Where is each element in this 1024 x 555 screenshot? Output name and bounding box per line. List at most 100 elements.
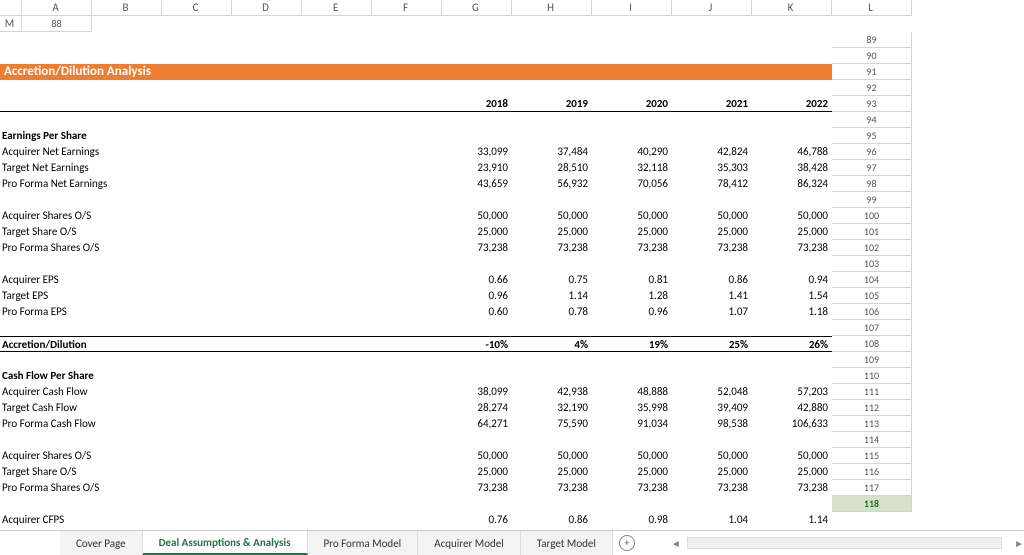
row-label[interactable]: Target Share O/S (0, 464, 442, 480)
data-cell[interactable]: 50,000 (592, 208, 672, 224)
data-cell[interactable]: 86,324 (752, 176, 832, 192)
data-cell[interactable]: 1.14 (752, 512, 832, 528)
data-cell[interactable]: 73,238 (672, 480, 752, 496)
row-header[interactable]: 117 (832, 480, 912, 496)
row-label[interactable]: Acquirer Shares O/S (0, 208, 442, 224)
data-cell[interactable]: 91,034 (592, 416, 672, 432)
data-cell[interactable]: 48,888 (592, 384, 672, 400)
data-cell[interactable]: 56,932 (512, 176, 592, 192)
data-cell[interactable]: 0.96 (592, 304, 672, 320)
data-cell[interactable]: 1.28 (592, 288, 672, 304)
row-label[interactable]: Pro Forma EPS (0, 304, 442, 320)
data-cell[interactable]: 0.98 (592, 512, 672, 528)
data-cell[interactable]: 0.60 (442, 304, 512, 320)
tab-target-model[interactable]: Target Model (521, 531, 613, 555)
row-header[interactable]: 93 (832, 96, 912, 112)
cell-blank[interactable] (0, 192, 832, 208)
data-cell[interactable]: 50,000 (442, 448, 512, 464)
data-cell[interactable]: 75,590 (512, 416, 592, 432)
col-header-C[interactable]: C (162, 0, 232, 16)
data-cell[interactable]: 25,000 (752, 224, 832, 240)
row-label[interactable]: Acquirer Net Earnings (0, 144, 442, 160)
col-header-I[interactable]: I (592, 0, 672, 16)
data-cell[interactable]: 73,238 (442, 480, 512, 496)
spreadsheet-grid[interactable]: A B C D E F G H I J K L M 88 89 90 Accre… (0, 0, 1024, 528)
col-header-M[interactable]: M (0, 16, 22, 32)
col-header-E[interactable]: E (302, 0, 372, 16)
data-cell[interactable]: 50,000 (672, 448, 752, 464)
data-cell[interactable]: -10% (442, 336, 512, 352)
data-cell[interactable]: 26% (752, 336, 832, 352)
cell-blank[interactable] (0, 96, 442, 112)
add-sheet-button[interactable]: + (613, 531, 641, 555)
data-cell[interactable]: 50,000 (512, 208, 592, 224)
data-cell[interactable]: 23,910 (442, 160, 512, 176)
data-cell[interactable]: 32,190 (512, 400, 592, 416)
data-cell[interactable]: 50,000 (512, 448, 592, 464)
data-cell[interactable]: 46,788 (752, 144, 832, 160)
row-header[interactable]: 105 (832, 288, 912, 304)
tab-pro-forma-model[interactable]: Pro Forma Model (308, 531, 419, 555)
section-heading[interactable]: Cash Flow Per Share (0, 368, 832, 384)
data-cell[interactable]: 50,000 (752, 208, 832, 224)
data-cell[interactable]: 4% (512, 336, 592, 352)
data-cell[interactable]: 78,412 (672, 176, 752, 192)
data-cell[interactable]: 73,238 (592, 480, 672, 496)
data-cell[interactable]: 70,056 (592, 176, 672, 192)
data-cell[interactable]: 33,099 (442, 144, 512, 160)
data-cell[interactable]: 0.86 (512, 512, 592, 528)
data-cell[interactable]: 0.76 (442, 512, 512, 528)
year-header[interactable]: 2021 (672, 96, 752, 112)
data-cell[interactable]: 35,303 (672, 160, 752, 176)
data-cell[interactable]: 1.14 (512, 288, 592, 304)
row-label[interactable]: Pro Forma Shares O/S (0, 480, 442, 496)
row-header[interactable]: 113 (832, 416, 912, 432)
tab-acquirer-model[interactable]: Acquirer Model (418, 531, 521, 555)
data-cell[interactable]: 25,000 (592, 464, 672, 480)
row-label[interactable]: Accretion/Dilution (0, 336, 442, 352)
row-header[interactable]: 100 (832, 208, 912, 224)
tab-deal-assumptions[interactable]: Deal Assumptions & Analysis (143, 531, 308, 555)
row-header[interactable]: 90 (832, 48, 912, 64)
col-header-A[interactable]: A (22, 0, 92, 16)
data-cell[interactable]: 73,238 (672, 240, 752, 256)
row-header[interactable]: 99 (832, 192, 912, 208)
col-header-H[interactable]: H (512, 0, 592, 16)
row-header[interactable]: 104 (832, 272, 912, 288)
cell-blank[interactable] (0, 48, 832, 64)
data-cell[interactable]: 0.81 (592, 272, 672, 288)
row-header[interactable]: 88 (22, 16, 92, 32)
data-cell[interactable]: 1.18 (752, 304, 832, 320)
data-cell[interactable]: 106,633 (752, 416, 832, 432)
data-cell[interactable]: 50,000 (672, 208, 752, 224)
data-cell[interactable]: 50,000 (442, 208, 512, 224)
row-label[interactable]: Acquirer Shares O/S (0, 448, 442, 464)
row-header[interactable]: 96 (832, 144, 912, 160)
data-cell[interactable]: 73,238 (752, 240, 832, 256)
col-header-B[interactable]: B (92, 0, 162, 16)
cell-blank[interactable] (0, 32, 832, 48)
data-cell[interactable]: 25,000 (512, 224, 592, 240)
data-cell[interactable]: 73,238 (512, 480, 592, 496)
row-header[interactable]: 114 (832, 432, 912, 448)
row-label[interactable]: Pro Forma Net Earnings (0, 176, 442, 192)
data-cell[interactable]: 1.41 (672, 288, 752, 304)
row-header[interactable]: 98 (832, 176, 912, 192)
row-label[interactable]: Target EPS (0, 288, 442, 304)
data-cell[interactable]: 25,000 (672, 224, 752, 240)
col-header-K[interactable]: K (752, 0, 832, 16)
row-header[interactable]: 111 (832, 384, 912, 400)
year-header[interactable]: 2019 (512, 96, 592, 112)
row-label[interactable]: Acquirer Cash Flow (0, 384, 442, 400)
data-cell[interactable]: 25% (672, 336, 752, 352)
row-header[interactable]: 116 (832, 464, 912, 480)
col-header-F[interactable]: F (372, 0, 442, 16)
col-header-D[interactable]: D (232, 0, 302, 16)
cell-blank[interactable] (0, 320, 832, 336)
cell-blank[interactable] (0, 256, 832, 272)
data-cell[interactable]: 25,000 (592, 224, 672, 240)
row-header[interactable]: 91 (832, 64, 912, 80)
data-cell[interactable]: 39,409 (672, 400, 752, 416)
data-cell[interactable]: 42,824 (672, 144, 752, 160)
data-cell[interactable]: 50,000 (752, 448, 832, 464)
